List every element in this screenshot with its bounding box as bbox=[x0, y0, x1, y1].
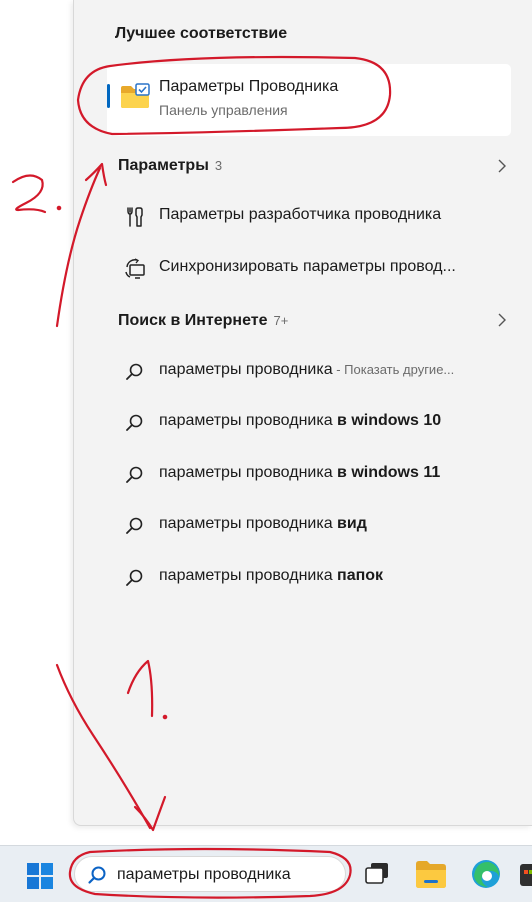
developer-tools-icon bbox=[127, 207, 143, 227]
settings-count: 3 bbox=[214, 158, 223, 173]
sync-settings-icon bbox=[125, 258, 145, 279]
best-match-heading: Лучшее соответствие bbox=[115, 25, 288, 42]
suggestion-query: параметры проводника bbox=[159, 515, 338, 532]
suggestion-query: параметры проводника bbox=[159, 412, 338, 429]
folder-icon bbox=[121, 83, 150, 108]
chevron-right-icon[interactable] bbox=[497, 313, 507, 327]
search-icon bbox=[126, 517, 143, 534]
chevron-right-icon[interactable] bbox=[497, 159, 507, 173]
start-icon[interactable] bbox=[26, 862, 54, 890]
search-icon bbox=[126, 569, 143, 586]
suggestion-query: параметры проводника bbox=[159, 464, 338, 481]
web-suggestion[interactable]: параметры проводника папок bbox=[107, 555, 511, 599]
search-icon bbox=[126, 466, 143, 483]
search-input[interactable] bbox=[117, 864, 337, 886]
store-icon[interactable] bbox=[518, 858, 532, 890]
settings-item-label: Синхронизировать параметры провод... bbox=[159, 258, 456, 275]
suggestion-hint: - Показать другие... bbox=[332, 362, 455, 377]
settings-heading-label: Параметры bbox=[118, 157, 209, 174]
settings-item-sync[interactable]: Синхронизировать параметры провод... bbox=[107, 246, 511, 290]
selection-indicator bbox=[107, 84, 110, 108]
best-match-subtitle: Панель управления bbox=[159, 102, 288, 118]
taskbar bbox=[0, 845, 532, 902]
edge-icon[interactable] bbox=[470, 858, 502, 890]
file-explorer-icon[interactable] bbox=[414, 858, 448, 890]
web-suggestion[interactable]: параметры проводника вид bbox=[107, 503, 511, 547]
task-view-icon[interactable] bbox=[362, 858, 392, 888]
settings-heading[interactable]: Параметры 3 bbox=[118, 157, 222, 175]
search-icon bbox=[126, 414, 143, 431]
web-search-heading-label: Поиск в Интернете bbox=[118, 312, 268, 329]
search-icon bbox=[88, 866, 106, 884]
settings-item-developer[interactable]: Параметры разработчика проводника bbox=[107, 194, 511, 238]
settings-item-label: Параметры разработчика проводника bbox=[159, 206, 442, 223]
best-match-result[interactable]: Параметры Проводника Панель управления bbox=[107, 64, 511, 136]
suggestion-completion: папок bbox=[337, 567, 384, 584]
search-icon bbox=[126, 363, 143, 380]
web-suggestion[interactable]: параметры проводника в windows 10 bbox=[107, 400, 511, 444]
web-search-count: 7+ bbox=[273, 313, 289, 328]
best-match-title: Параметры Проводника bbox=[159, 78, 339, 95]
suggestion-completion: вид bbox=[337, 515, 367, 532]
suggestion-completion: в windows 10 bbox=[337, 412, 442, 429]
suggestion-query: параметры проводника bbox=[159, 361, 333, 378]
taskbar-search-box[interactable] bbox=[74, 856, 346, 892]
web-suggestion[interactable]: параметры проводника - Показать другие..… bbox=[107, 349, 511, 393]
web-search-heading[interactable]: Поиск в Интернете 7+ bbox=[118, 312, 288, 330]
suggestion-completion: в windows 11 bbox=[337, 464, 441, 481]
web-suggestion[interactable]: параметры проводника в windows 11 bbox=[107, 452, 511, 496]
suggestion-query: параметры проводника bbox=[159, 567, 338, 584]
